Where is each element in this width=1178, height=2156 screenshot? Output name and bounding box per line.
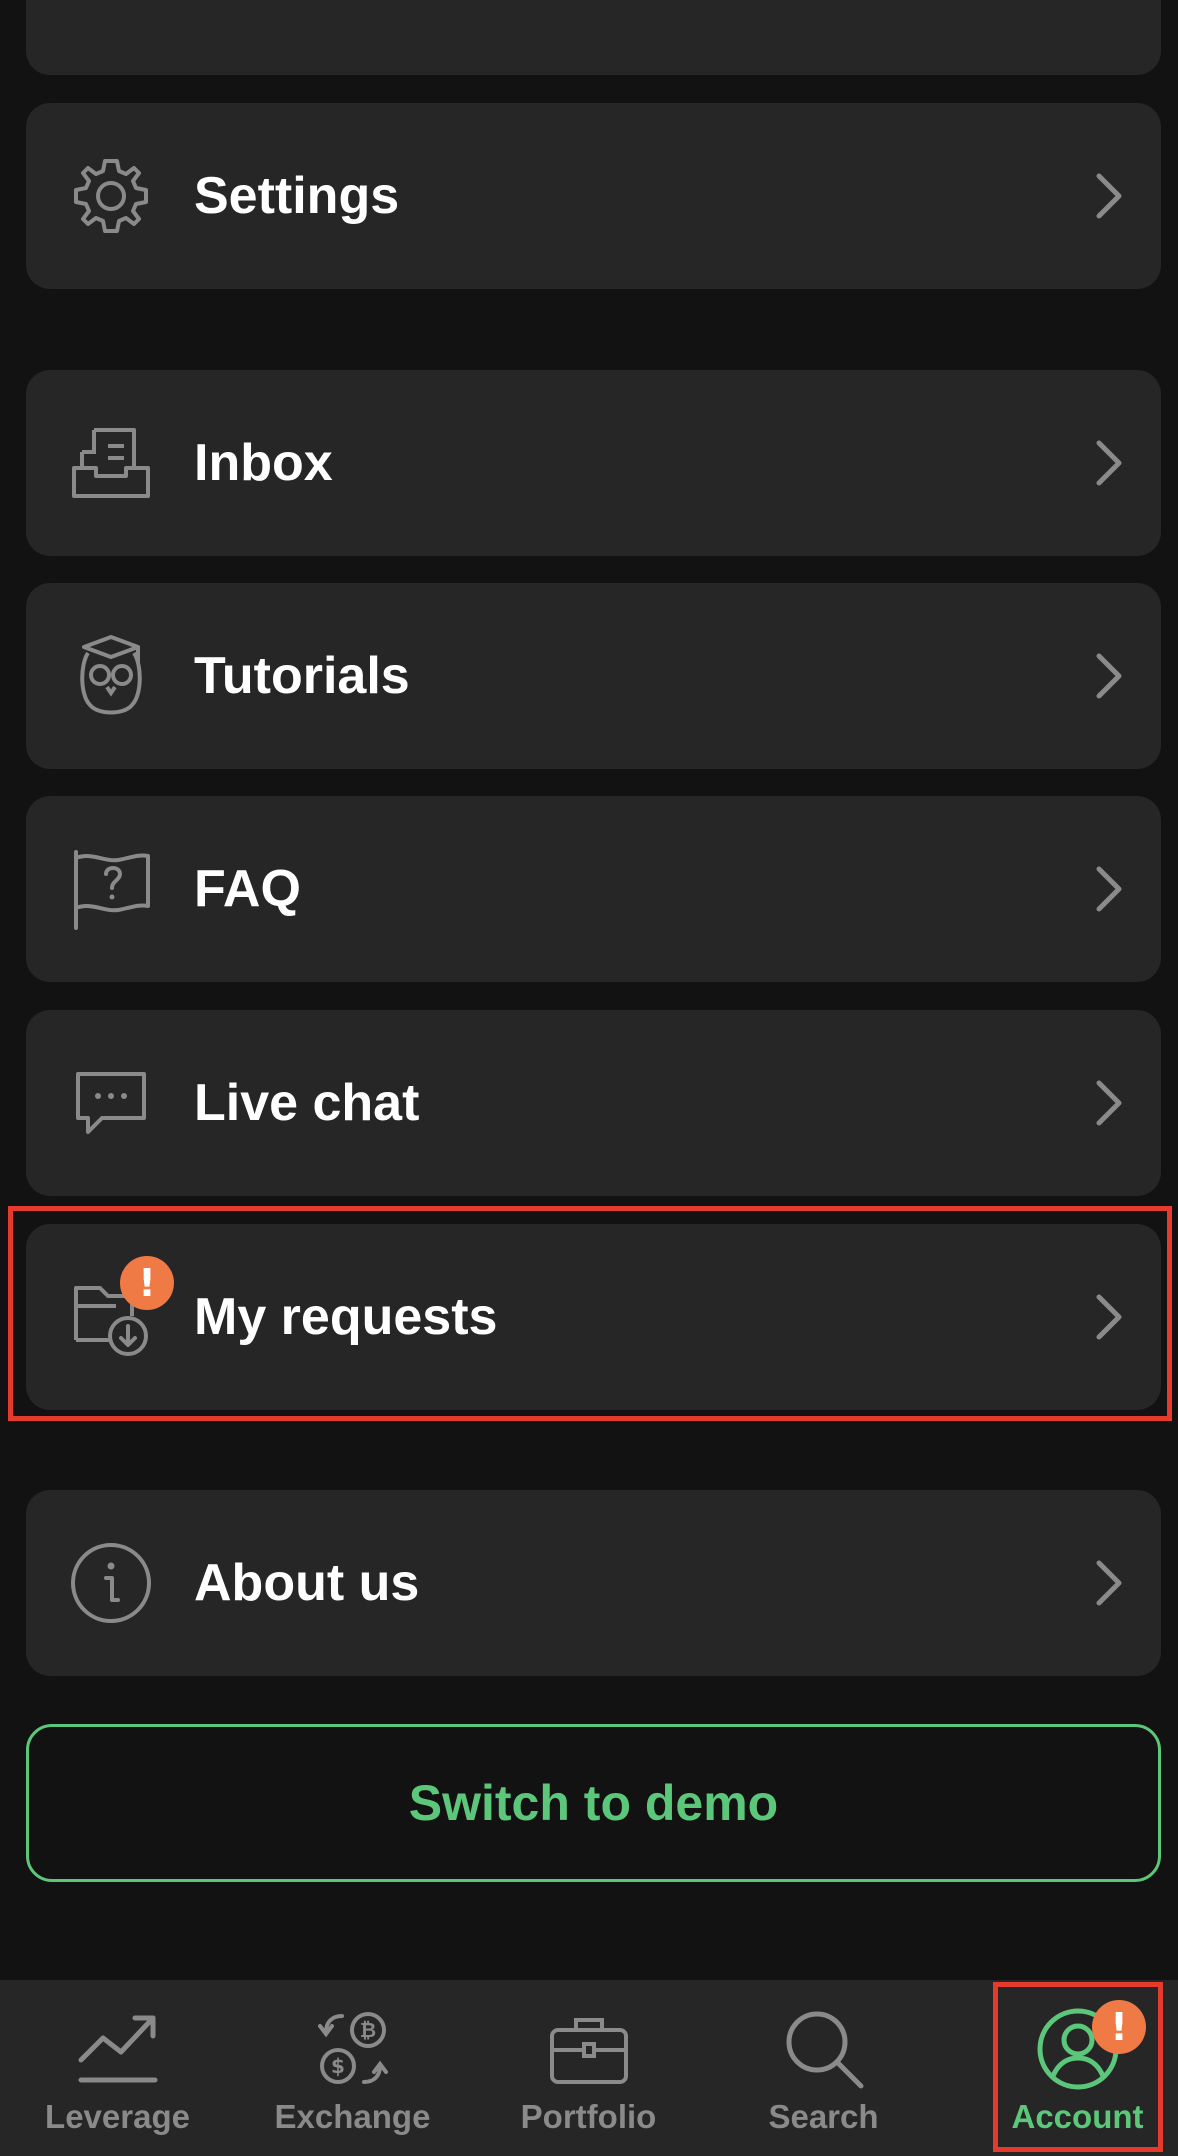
alert-badge: !: [120, 1256, 174, 1310]
menu-item-label: Live chat: [194, 1074, 420, 1132]
tab-portfolio[interactable]: Portfolio: [471, 1980, 706, 2156]
menu-item-my-requests[interactable]: ! My requests: [26, 1224, 1161, 1410]
tab-search[interactable]: Search: [706, 1980, 941, 2156]
switch-to-demo-label: Switch to demo: [408, 1775, 779, 1831]
menu-item-faq[interactable]: FAQ: [26, 796, 1161, 982]
menu-item-tutorials[interactable]: Tutorials: [26, 583, 1161, 769]
chevron-right-icon: [1096, 653, 1122, 699]
menu-item-label: Settings: [194, 167, 400, 225]
menu-item-label: FAQ: [194, 860, 301, 918]
menu-item-label: Inbox: [194, 434, 333, 492]
info-icon: [71, 1543, 151, 1623]
menu-item-label: About us: [194, 1554, 420, 1612]
chevron-right-icon: [1096, 173, 1122, 219]
currency-exchange-icon: ₿ $: [317, 2012, 388, 2084]
search-icon: [786, 2011, 863, 2089]
menu-item-inbox[interactable]: Inbox: [26, 370, 1161, 556]
tab-label: Search: [768, 2098, 879, 2135]
tab-account[interactable]: ! Account: [960, 1980, 1178, 2156]
inbox-icon: [72, 428, 150, 498]
menu-card-partial[interactable]: [26, 0, 1161, 75]
chevron-right-icon: [1096, 1560, 1122, 1606]
switch-to-demo-button[interactable]: Switch to demo: [26, 1724, 1161, 1882]
chevron-right-icon: [1096, 440, 1122, 486]
tab-label: Portfolio: [520, 2098, 657, 2135]
menu-item-settings[interactable]: Settings: [26, 103, 1161, 289]
chat-bubble-icon: [76, 1072, 146, 1134]
tab-exchange[interactable]: ₿ $ Exchange: [235, 1980, 470, 2156]
menu-item-label: My requests: [194, 1288, 498, 1346]
owl-graduate-icon: [80, 635, 142, 715]
chevron-right-icon: [1096, 1294, 1122, 1340]
bottom-tab-bar: Leverage ₿ $ Exchange Portfolio Search !…: [0, 1980, 1178, 2156]
alert-badge: !: [1092, 2000, 1146, 2054]
svg-text:$: $: [331, 2054, 345, 2078]
trending-chart-icon: [78, 2015, 157, 2083]
menu-item-about-us[interactable]: About us: [26, 1490, 1161, 1676]
menu-item-label: Tutorials: [194, 647, 410, 705]
chevron-right-icon: [1096, 866, 1122, 912]
briefcase-icon: [549, 2018, 628, 2084]
tab-label: Account: [1011, 2098, 1144, 2135]
svg-text:₿: ₿: [359, 2018, 375, 2042]
tab-label: Exchange: [274, 2098, 431, 2135]
gear-icon: [74, 159, 148, 233]
menu-item-live-chat[interactable]: Live chat: [26, 1010, 1161, 1196]
chevron-right-icon: [1096, 1080, 1122, 1126]
question-flag-icon: [74, 850, 150, 930]
tab-leverage[interactable]: Leverage: [0, 1980, 235, 2156]
tab-label: Leverage: [45, 2098, 190, 2135]
